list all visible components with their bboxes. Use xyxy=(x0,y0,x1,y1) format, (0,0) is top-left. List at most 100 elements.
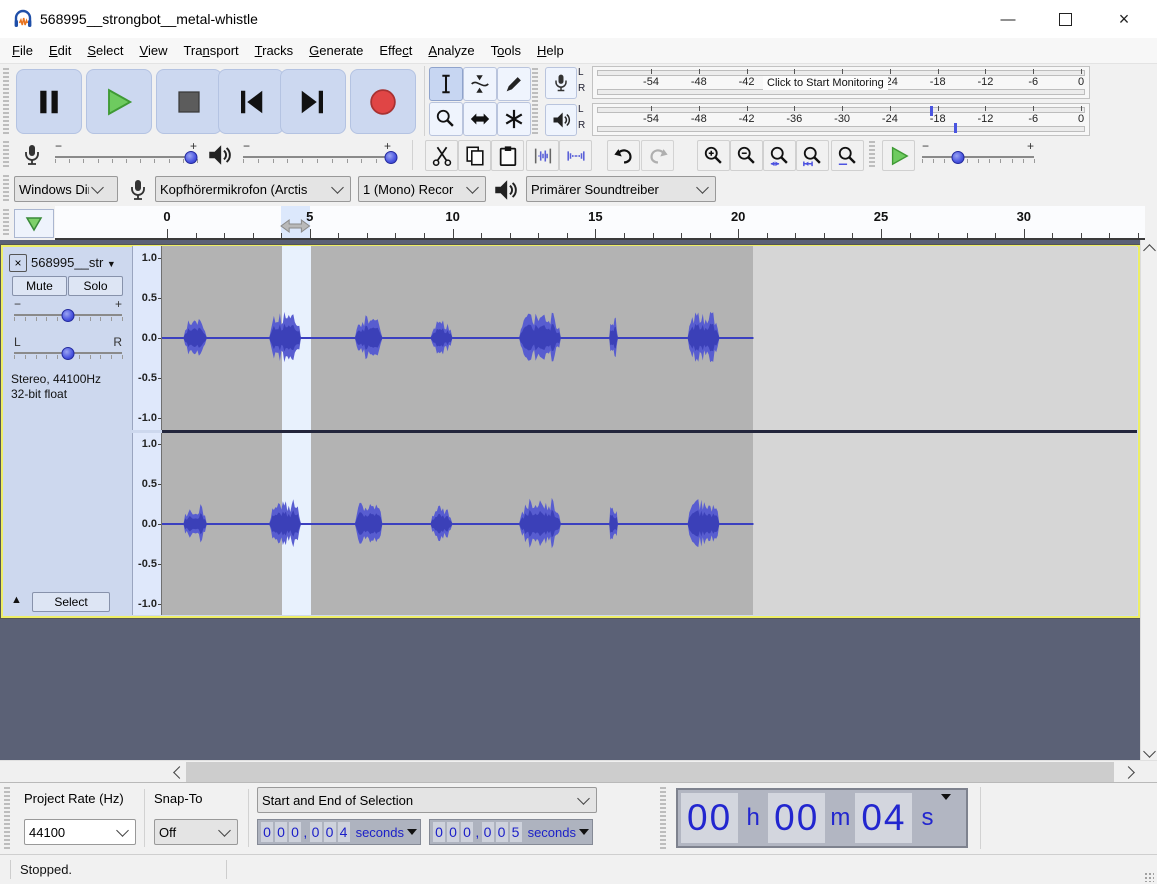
menu-effect[interactable]: Effect xyxy=(371,40,420,61)
snap-to-select[interactable]: Off xyxy=(154,819,238,845)
copy-button[interactable] xyxy=(458,140,491,171)
digit[interactable]: 0 xyxy=(275,822,287,842)
audio-position-display[interactable]: 00h00m04s xyxy=(676,788,968,848)
recording-channels-select[interactable]: 1 (Mono) Recor xyxy=(358,176,486,202)
pan-slider[interactable]: LR xyxy=(14,338,122,364)
menu-file[interactable]: File xyxy=(4,40,41,61)
format-dropdown-icon[interactable] xyxy=(941,794,951,800)
play-at-speed-grip[interactable] xyxy=(869,141,875,169)
time-digit-group[interactable]: 04 xyxy=(855,793,912,843)
record-meter-button[interactable] xyxy=(545,67,577,99)
selection-drag-handle-icon[interactable] xyxy=(280,218,311,234)
zoom-out-button[interactable] xyxy=(730,140,763,171)
track-select-button[interactable]: Select xyxy=(32,592,110,612)
scroll-right-button[interactable] xyxy=(1121,764,1139,780)
cut-button[interactable] xyxy=(425,140,458,171)
undo-button[interactable] xyxy=(607,140,640,171)
play-button[interactable] xyxy=(86,69,152,134)
playback-volume-slider[interactable]: −+ xyxy=(243,142,391,168)
format-dropdown-icon[interactable] xyxy=(579,829,589,835)
horizontal-scrollbar-thumb[interactable] xyxy=(186,762,1114,782)
waveform-right-channel[interactable] xyxy=(162,433,1137,615)
time-shift-tool-button[interactable] xyxy=(463,102,497,136)
gain-slider[interactable]: −+ xyxy=(14,300,122,326)
scroll-left-button[interactable] xyxy=(168,764,186,780)
digit[interactable]: 4 xyxy=(338,822,350,842)
skip-to-end-button[interactable] xyxy=(280,69,346,134)
track-close-button[interactable]: × xyxy=(9,254,27,272)
menu-tracks[interactable]: Tracks xyxy=(247,40,302,61)
horizontal-scrollbar[interactable] xyxy=(0,760,1157,782)
waveform-left-channel[interactable] xyxy=(162,246,1137,430)
mixer-toolbar-grip[interactable] xyxy=(3,141,9,169)
vertical-scrollbar[interactable] xyxy=(1140,240,1157,760)
timeline-grip[interactable] xyxy=(3,209,9,237)
solo-button[interactable]: Solo xyxy=(68,276,123,296)
selection-tool-button[interactable] xyxy=(429,67,463,101)
digit-separator[interactable]: , xyxy=(302,824,308,840)
digit[interactable]: 0 xyxy=(310,822,322,842)
menu-analyze[interactable]: Analyze xyxy=(420,40,482,61)
format-dropdown-icon[interactable] xyxy=(407,829,417,835)
playback-speed-slider[interactable]: −+ xyxy=(922,142,1034,168)
selection-toolbar-grip[interactable] xyxy=(4,787,10,849)
recording-device-select[interactable]: Kopfhörermikrofon (Arctis xyxy=(155,176,351,202)
vertical-scale-right-channel[interactable]: 1.00.50.0-0.5-1.0 xyxy=(132,433,162,615)
zoom-toggle-button[interactable] xyxy=(831,140,864,171)
time-digit-group[interactable]: 00 xyxy=(768,793,825,843)
digit[interactable]: 0 xyxy=(261,822,273,842)
skip-to-start-button[interactable] xyxy=(218,69,284,134)
selection-start-field[interactable]: 000,004seconds xyxy=(257,819,421,845)
meter-toolbar-grip[interactable] xyxy=(532,68,538,134)
zoom-in-button[interactable] xyxy=(697,140,730,171)
vertical-scale-left-channel[interactable]: 1.00.50.0-0.5-1.0 xyxy=(132,246,162,430)
start-monitoring-label[interactable]: Click to Start Monitoring xyxy=(763,76,888,90)
recording-volume-slider[interactable]: −+ xyxy=(55,142,197,168)
digit[interactable]: 5 xyxy=(510,822,522,842)
timeline-ruler[interactable]: 051015202530 xyxy=(55,206,1145,240)
multi-tool-button[interactable] xyxy=(497,102,531,136)
zoom-fit-button[interactable] xyxy=(796,140,829,171)
collapse-track-button[interactable]: ▲ xyxy=(11,594,22,606)
playback-meter[interactable]: -54-48-42-36-30-24-18-12-60 xyxy=(592,103,1090,136)
scroll-up-button[interactable] xyxy=(1141,240,1157,256)
digit-separator[interactable]: , xyxy=(474,824,480,840)
audio-host-select[interactable]: Windows DirectSound xyxy=(14,176,118,202)
digit[interactable]: 0 xyxy=(461,822,473,842)
menu-edit[interactable]: Edit xyxy=(41,40,79,61)
digit[interactable]: 0 xyxy=(289,822,301,842)
time-digits[interactable]: 00 xyxy=(774,797,819,839)
time-digits[interactable]: 04 xyxy=(861,797,906,839)
zoom-selection-button[interactable] xyxy=(763,140,796,171)
digit[interactable]: 0 xyxy=(324,822,336,842)
silence-audio-button[interactable] xyxy=(559,140,592,171)
envelope-tool-button[interactable] xyxy=(463,67,497,101)
time-digit-group[interactable]: 00 xyxy=(681,793,738,843)
track-title-menu[interactable]: 568995__str ▼ xyxy=(31,255,129,270)
mute-button[interactable]: Mute xyxy=(12,276,67,296)
maximize-button[interactable] xyxy=(1042,0,1088,38)
digit[interactable]: 0 xyxy=(433,822,445,842)
menu-generate[interactable]: Generate xyxy=(301,40,371,61)
play-at-speed-button[interactable] xyxy=(882,140,915,171)
draw-tool-button[interactable] xyxy=(497,67,531,101)
paste-button[interactable] xyxy=(491,140,524,171)
close-button[interactable]: × xyxy=(1101,0,1147,38)
slider-thumb[interactable] xyxy=(385,151,398,164)
zoom-tool-button[interactable] xyxy=(429,102,463,136)
recording-meter[interactable]: -54-48-42-36-30-24-18-12-60Click to Star… xyxy=(592,66,1090,99)
stop-button[interactable] xyxy=(156,69,222,134)
trim-audio-button[interactable] xyxy=(526,140,559,171)
record-button[interactable] xyxy=(350,69,416,134)
scroll-down-button[interactable] xyxy=(1141,744,1157,760)
slider-thumb[interactable] xyxy=(951,151,964,164)
selection-end-field[interactable]: 000,005seconds xyxy=(429,819,593,845)
digit[interactable]: 0 xyxy=(496,822,508,842)
pause-button[interactable] xyxy=(16,69,82,134)
slider-thumb[interactable] xyxy=(185,151,198,164)
device-toolbar-grip[interactable] xyxy=(3,175,9,203)
playback-meter-button[interactable] xyxy=(545,104,577,136)
digit[interactable]: 0 xyxy=(447,822,459,842)
track-area[interactable]: × 568995__str ▼ Mute Solo −+ LR Stereo, … xyxy=(0,240,1140,760)
resize-grip[interactable] xyxy=(1144,872,1154,882)
